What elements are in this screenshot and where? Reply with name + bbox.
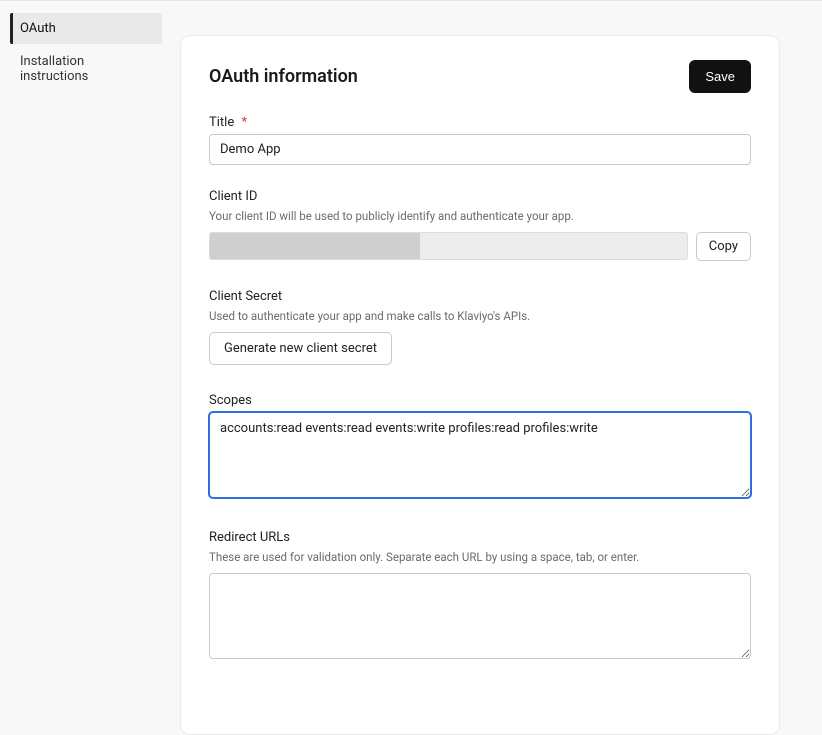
generate-secret-button[interactable]: Generate new client secret [209,332,392,365]
copy-button[interactable]: Copy [696,232,751,261]
required-star: * [241,115,247,130]
scopes-group: Scopes [209,393,751,502]
sidebar-item-installation[interactable]: Installation instructions [10,46,162,92]
title-input[interactable] [209,134,751,165]
page-title: OAuth information [209,66,358,87]
sidebar-item-oauth[interactable]: OAuth [10,13,162,44]
card-header: OAuth information Save [209,60,751,93]
clientsecret-label: Client Secret [209,289,751,304]
clientid-group: Client ID Your client ID will be used to… [209,189,751,261]
clientsecret-group: Client Secret Used to authenticate your … [209,289,751,365]
sidebar-item-label: OAuth [20,21,56,36]
sidebar: OAuth Installation instructions [0,1,168,622]
scopes-textarea[interactable] [209,412,751,498]
save-button[interactable]: Save [689,60,751,93]
main-content: OAuth information Save Title * Client ID… [168,1,822,622]
redirect-group: Redirect URLs These are used for validat… [209,530,751,663]
scopes-label: Scopes [209,393,751,408]
oauth-card: OAuth information Save Title * Client ID… [180,35,780,735]
clientid-help: Your client ID will be used to publicly … [209,208,751,224]
redirect-help: These are used for validation only. Sepa… [209,549,751,565]
title-label: Title * [209,115,751,130]
redirect-textarea[interactable] [209,573,751,659]
clientsecret-help: Used to authenticate your app and make c… [209,308,751,324]
clientid-label: Client ID [209,189,751,204]
title-group: Title * [209,115,751,165]
clientid-field[interactable] [209,232,688,260]
redirect-label: Redirect URLs [209,530,751,545]
sidebar-item-label: Installation instructions [20,54,88,84]
clientid-row: Copy [209,232,751,261]
